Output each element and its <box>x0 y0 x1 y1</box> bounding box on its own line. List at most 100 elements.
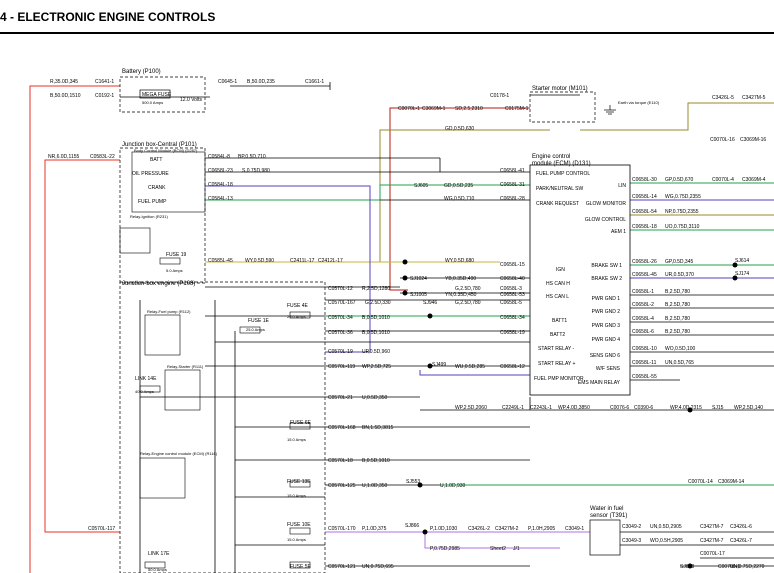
ecm-pin: PWR GND 1 <box>592 296 621 302</box>
link14e-amps: 40.0 Amps <box>135 389 154 394</box>
wire-label: UP,0.5D,960 <box>362 349 390 355</box>
wire-label: C3426L-7 <box>730 538 752 544</box>
link14e-label: LINK 14E <box>135 376 157 382</box>
relay-fuel-pump-box <box>144 314 181 356</box>
wire-label: C3069M-16 <box>740 137 766 143</box>
wire-label: WG,0.5D,710 <box>444 196 475 202</box>
wire-label: C0584L-8 <box>208 154 230 160</box>
wire-label: SJ605 <box>414 183 428 189</box>
wire-label: C0584L-18 <box>208 182 233 188</box>
fuse19-label: FUSE 19 <box>166 252 187 258</box>
ecm-pin: PWR GND 2 <box>592 309 621 315</box>
wire-label: C0570L-167 <box>328 300 356 306</box>
fuse10e-amps: 15.0 Amps <box>287 537 306 542</box>
wire-label: C0584L-13 <box>208 196 233 202</box>
wire-label: C0070L-14 <box>688 479 713 485</box>
fuse5e-label: FUSE 5E <box>290 564 312 570</box>
wire-label: G,2.5D,780 <box>455 286 481 292</box>
wire-label: SJ868 <box>680 564 694 570</box>
ecm-pin: BRAKE SW 1 <box>591 263 622 269</box>
relay-ignition-label: Relay-Ignition (R231) <box>130 214 168 219</box>
wire-label: C0570L-168 <box>328 425 356 431</box>
wire-label: SJ553 <box>406 479 420 485</box>
wire-label: C0658L-6 <box>632 329 654 335</box>
wire-label: P,1.0H,2905 <box>528 526 555 532</box>
wire-label: P,1.0D,375 <box>362 526 387 532</box>
wire-label: G,2.5D,780 <box>455 300 481 306</box>
ecm-pin: START RELAY - <box>538 346 575 352</box>
wire-label: SJ866 <box>405 523 419 529</box>
fuse6e-label: FUSE 6E <box>290 420 312 426</box>
ecm-left-pins: FUEL PUMP CONTROL PARK/NEUTRAL SW CRANK … <box>534 171 590 382</box>
wire-label: C0570L-12 <box>328 286 353 292</box>
wire-label: C3426L-6 <box>730 524 752 530</box>
ecm-label-1: Engine control <box>532 154 570 160</box>
wire-label: C0658L-26 <box>632 259 657 265</box>
wire-label: C3427M-7 <box>700 538 724 544</box>
ecm-pin: GLOW CONTROL <box>585 217 626 223</box>
wire-label: WO,0.5D,100 <box>665 346 696 352</box>
wire-label: C0570L-34 <box>328 315 353 321</box>
wire-label: R,2.5D,1280 <box>362 286 390 292</box>
ecm-pin: BRAKE SW 2 <box>591 276 622 282</box>
fuse1e-amps: 25.0 Amps <box>246 327 265 332</box>
wire-label: C0658L-41 <box>500 168 525 174</box>
wire-label: B,50.0D,235 <box>247 79 275 85</box>
ecm-pin: HS CAN L <box>546 294 569 300</box>
wire-label: GP,0.5D,345 <box>665 259 693 265</box>
ecm-pin: EMS MAIN RELAY <box>578 380 621 386</box>
fuse13e-label: FUSE 13E <box>287 479 311 485</box>
wire-label: C0658L-55 <box>632 374 657 380</box>
wire-label: C3426L-5 <box>712 95 734 101</box>
wire-label: C3049-1 <box>565 526 584 532</box>
wire-label: J/1 <box>513 546 520 552</box>
wire-label: C0570L-36 <box>328 330 353 336</box>
wire-label: GD,0.5D,235 <box>444 183 473 189</box>
wire-label: SJ499 <box>432 362 446 368</box>
wire-label: C0570L-21 <box>328 395 353 401</box>
wire-label: WG,0.75D,2355 <box>665 194 701 200</box>
ecm-pin: START RELAY + <box>538 361 576 367</box>
wire-label: BN,1.5D,3815 <box>362 425 394 431</box>
wire-label: C2243L-1 <box>530 405 552 411</box>
wire-label: B,0.5D,1010 <box>362 330 390 336</box>
wire-label: UR,0.5D,370 <box>665 272 694 278</box>
wire-label: C0658L-53 <box>500 292 525 298</box>
wire-label: UN,0.75D,695 <box>362 564 394 570</box>
wire-label: C0658L-15 <box>500 262 525 268</box>
ecm-pin: PWR GND 3 <box>592 323 621 329</box>
mega-fuse-amps: 500.0 Amps <box>142 100 163 105</box>
ecm-pin: GLOW MONITOR <box>586 201 627 207</box>
earth-label: Earth via torque (E110) <box>618 100 660 105</box>
ecm-pin: FUEL PUMP CONTROL <box>536 171 590 177</box>
ecm-label-2: module (ECM) (D131) <box>532 161 591 167</box>
wire-label: C0645-1 <box>218 79 237 85</box>
fuse10e-label: FUSE 10E <box>287 522 311 528</box>
ecm-right-pins: LIN GLOW MONITOR AEM 1 GLOW CONTROL BRAK… <box>578 183 627 386</box>
bcm-sub-label: Body Control Module (BCM) (D287) <box>134 148 198 153</box>
starter-box <box>529 91 596 123</box>
wire-label: C0070L-1 <box>398 106 420 112</box>
wire-label: C0658L-12 <box>500 364 525 370</box>
wire-label: C3069M-14 <box>718 479 744 485</box>
wire-label: C3427M-7 <box>700 524 724 530</box>
wire-label: B,2.5D,780 <box>665 302 690 308</box>
wire-purple-470 <box>419 370 530 376</box>
wire-label: C0658L-4 <box>632 316 654 322</box>
bcm-pin-batt: BATT <box>150 157 162 163</box>
ecm-pin: PWR GND 4 <box>592 337 621 343</box>
water-sensor-label-2: sensor (T391) <box>590 513 627 519</box>
wire-label: C0570L-117 <box>88 526 115 532</box>
wire-label: C0390-6 <box>634 405 653 411</box>
wire-label: C0658L-31 <box>500 182 525 188</box>
fuse13e-amps: 15.0 Amps <box>287 493 306 498</box>
wire-label: C0070L-16 <box>710 137 735 143</box>
relay-starter-box <box>164 369 201 411</box>
wire-label: C0658L-19 <box>500 330 525 336</box>
ecm-pin: IGN <box>556 267 565 273</box>
wire-label: C0583L-22 <box>90 154 115 160</box>
wiring-diagram: Battery (P100) Starter motor (M101) Junc… <box>29 69 774 573</box>
ecm-pin: W/F SENS <box>596 366 621 372</box>
wire-label: C0658L-10 <box>632 346 657 352</box>
wire-label: P,1.0D,1030 <box>430 526 457 532</box>
